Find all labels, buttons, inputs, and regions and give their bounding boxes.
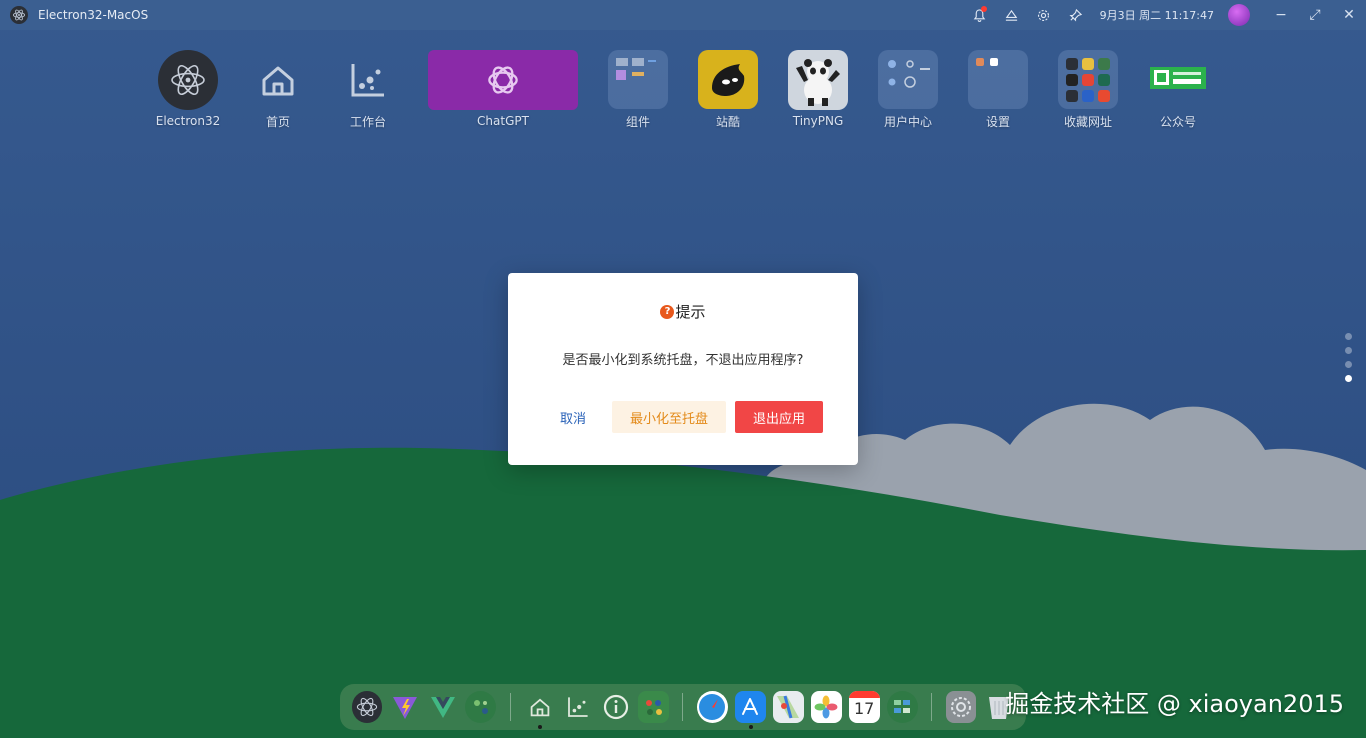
desktop-icon-bookmarks[interactable]: 收藏网址 — [1043, 50, 1133, 130]
zcool-icon — [698, 50, 758, 109]
appstore-icon[interactable] — [734, 691, 766, 729]
home-icon — [248, 50, 308, 109]
desktop-icon-label: TinyPNG — [792, 114, 844, 128]
dock-separator — [682, 693, 684, 721]
dock-separator — [509, 693, 511, 721]
minimize-button[interactable]: − — [1264, 0, 1298, 30]
desktop-icon-label: 站酷 — [715, 115, 740, 129]
dock: 17 — [340, 684, 1026, 730]
minimize-tray-dialog: ? 提示 是否最小化到系统托盘，不退出应用程序? 取消 最小化至托盘 退出应用 — [508, 273, 858, 465]
panda-icon — [788, 50, 848, 110]
home-icon[interactable] — [524, 691, 555, 729]
desktop-icon-label: 用户中心 — [883, 115, 932, 129]
maps-icon[interactable] — [772, 691, 804, 723]
page-dot[interactable] — [1345, 361, 1352, 368]
widgets-icon[interactable] — [886, 691, 918, 723]
chart-icon[interactable] — [562, 691, 593, 723]
desktop-icon-label: 收藏网址 — [1063, 115, 1112, 129]
desktop-icon-home[interactable]: 首页 — [233, 50, 323, 130]
dialog-title: 提示 — [675, 303, 706, 321]
settings-folder-icon — [968, 50, 1028, 109]
desktop-icon-label: ChatGPT — [477, 114, 529, 128]
user-center-icon — [878, 50, 938, 109]
widgets-icon — [608, 50, 668, 109]
page-dot-active[interactable] — [1345, 375, 1352, 382]
chart-icon — [338, 50, 398, 109]
cancel-button[interactable]: 取消 — [552, 401, 594, 433]
maximize-button[interactable]: ⤢ — [1298, 0, 1332, 30]
desktop-icon-workbench[interactable]: 工作台 — [323, 50, 413, 130]
question-icon: ? — [660, 304, 675, 319]
quit-app-button[interactable]: 退出应用 — [735, 401, 823, 433]
electron-icon[interactable] — [351, 691, 383, 723]
dock-separator — [931, 693, 933, 721]
close-button[interactable]: ✕ — [1332, 0, 1366, 30]
notification-badge — [980, 6, 987, 12]
photos-icon[interactable] — [810, 691, 842, 723]
running-indicator — [538, 725, 543, 729]
gallery-icon[interactable] — [638, 691, 669, 723]
dialog-header: ? 提示 — [508, 301, 858, 322]
vue-icon[interactable] — [427, 691, 458, 723]
safari-icon[interactable] — [696, 691, 728, 723]
desktop-icon-settings[interactable]: 设置 — [953, 50, 1043, 130]
calendar-day: 17 — [853, 699, 875, 718]
desktop-icon-label: 工作台 — [349, 115, 386, 129]
page-dot[interactable] — [1345, 333, 1352, 340]
bookmarks-folder-icon — [1058, 50, 1118, 109]
pin-icon[interactable] — [1060, 0, 1092, 30]
desktop-icon-chatgpt[interactable]: ChatGPT — [428, 50, 578, 130]
skin-brush-icon[interactable] — [996, 0, 1028, 30]
desktop-icon-label: 首页 — [265, 115, 290, 129]
page-indicator — [1345, 333, 1352, 382]
openai-icon — [428, 50, 578, 110]
info-icon[interactable] — [600, 691, 631, 723]
desktop-icon-label: 设置 — [985, 115, 1010, 129]
running-indicator — [748, 725, 753, 729]
settings-gear-icon[interactable] — [1028, 0, 1060, 30]
wechat-qrcode-icon — [1148, 50, 1208, 109]
desktop-icon-label: 组件 — [625, 115, 650, 129]
photos-widget-icon[interactable] — [465, 691, 497, 723]
desktop-icon-label: 公众号 — [1159, 115, 1196, 129]
watermark-text: 掘金技术社区 @ xiaoyan2015 — [1005, 690, 1344, 718]
window-title: Electron32-MacOS — [38, 8, 149, 22]
page-dot[interactable] — [1345, 347, 1352, 354]
desktop-icon-zcool[interactable]: 站酷 — [683, 50, 773, 130]
desktop-icon-user-center[interactable]: 用户中心 — [863, 50, 953, 130]
app-logo-icon — [10, 6, 28, 24]
title-bar: Electron32-MacOS 9月3日 周二 11:17:47 − ⤢ ✕ — [0, 0, 1366, 30]
datetime-clock: 9月3日 周二 11:17:47 — [1099, 9, 1214, 22]
calendar-icon[interactable]: 17 — [848, 691, 880, 723]
desktop-icon-label: Electron32 — [155, 114, 221, 128]
desktop-icon-tinypng[interactable]: TinyPNG — [773, 50, 863, 130]
vite-icon[interactable] — [389, 691, 420, 723]
desktop-icon-widgets[interactable]: 组件 — [593, 50, 683, 130]
electron-icon — [158, 50, 218, 110]
dialog-message: 是否最小化到系统托盘，不退出应用程序? — [562, 353, 804, 368]
desktop-icon-wechat-official[interactable]: 公众号 — [1133, 50, 1223, 130]
dialog-actions: 取消 最小化至托盘 退出应用 — [508, 401, 858, 433]
calendar-header — [848, 691, 880, 698]
user-avatar[interactable] — [1228, 4, 1250, 26]
settings-icon[interactable] — [945, 691, 977, 723]
minimize-to-tray-button[interactable]: 最小化至托盘 — [612, 401, 726, 433]
desktop-icon-electron32[interactable]: Electron32 — [143, 50, 233, 130]
notification-bell-icon[interactable] — [964, 0, 996, 30]
desktop-icon-grid: Electron32 首页 工作台 ChatGPT 组件 站酷 TinyPNG … — [0, 50, 1366, 140]
